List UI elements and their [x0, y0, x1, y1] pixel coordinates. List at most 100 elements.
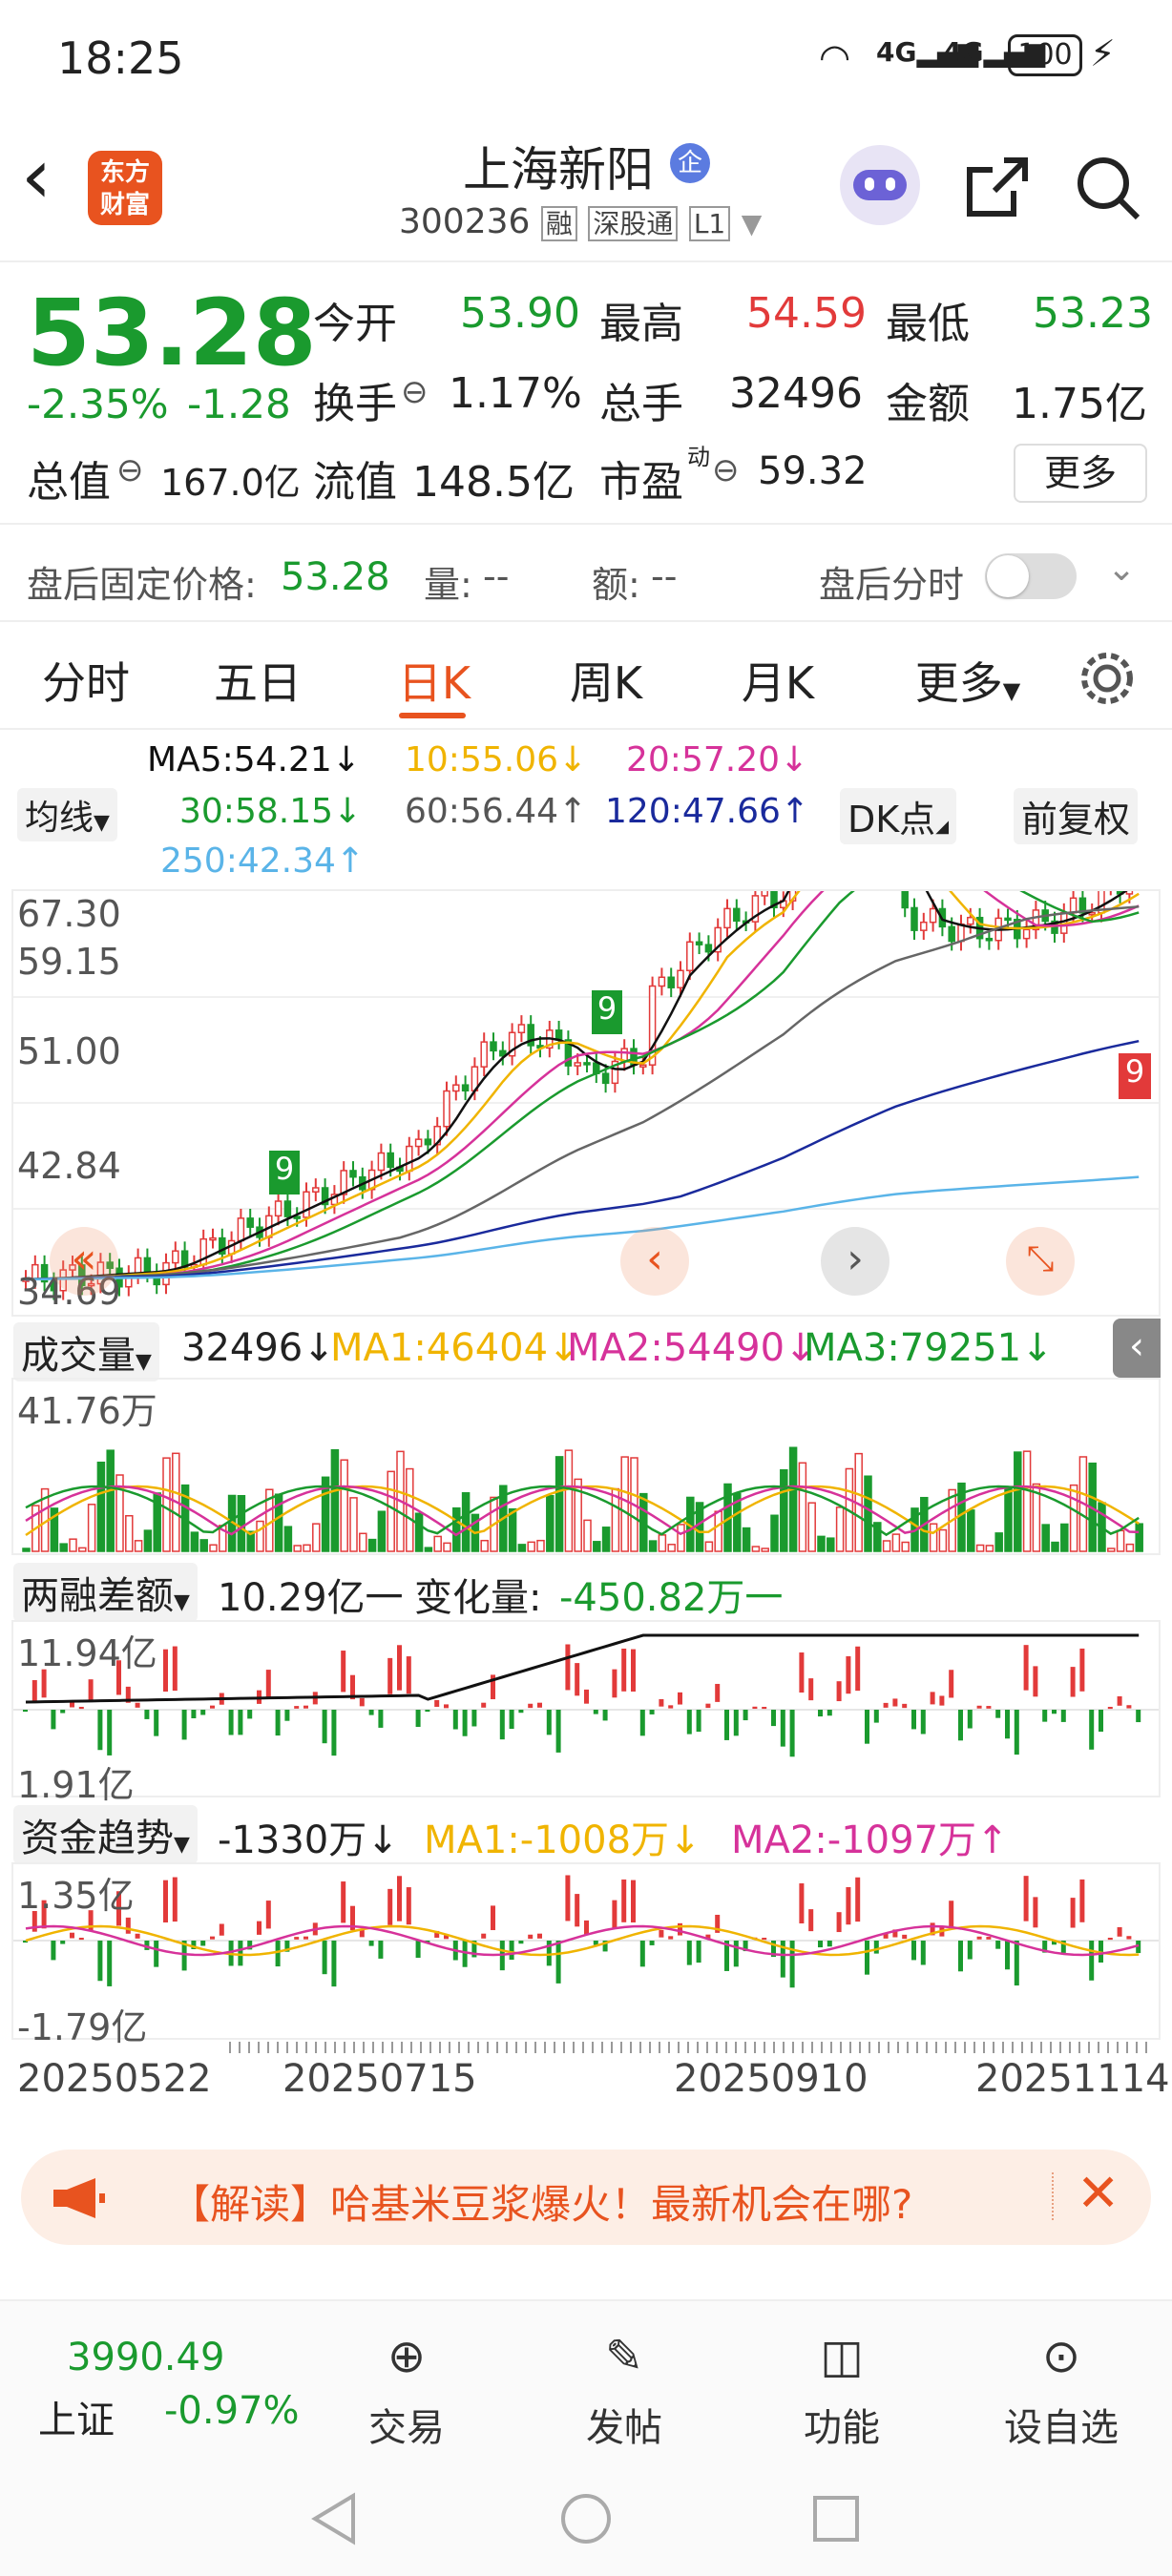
- margin-bar: [584, 1689, 589, 1704]
- fund-chart[interactable]: 1.35亿 -1.79亿: [11, 1862, 1161, 2048]
- volume-bar: [162, 1457, 171, 1552]
- nav-trade[interactable]: ⊕ 交易: [330, 2330, 483, 2452]
- nav-post[interactable]: ✎ 发帖: [548, 2330, 701, 2452]
- info-icon[interactable]: ⊖: [401, 373, 429, 411]
- collapse-panel-icon[interactable]: ‹: [1113, 1319, 1161, 1378]
- fund-bar: [639, 1941, 645, 1967]
- margin-bar: [808, 1678, 814, 1701]
- candle-body: [929, 907, 937, 924]
- fund-bar: [1070, 1898, 1076, 1928]
- more-button[interactable]: 更多: [1014, 444, 1147, 503]
- volume-chart[interactable]: 41.76万: [11, 1378, 1161, 1555]
- scroll-left-double-icon[interactable]: «: [50, 1227, 118, 1296]
- margin-bar: [284, 1710, 290, 1721]
- after-hours-toggle[interactable]: [985, 553, 1077, 599]
- candle-body: [303, 1191, 310, 1218]
- share-icon[interactable]: [962, 153, 1033, 223]
- tab-intraday[interactable]: 分时: [29, 649, 143, 709]
- margin-bar: [1070, 1667, 1076, 1697]
- fund-bar: [125, 1917, 131, 1934]
- margin-bar: [434, 1699, 440, 1707]
- volume-bar: [620, 1456, 629, 1552]
- home-circle-icon[interactable]: [557, 2490, 615, 2547]
- fund-selector[interactable]: 资金趋势▼: [13, 1805, 198, 1864]
- margin-bar: [649, 1710, 655, 1714]
- margin-chart[interactable]: 11.94亿 1.91亿: [11, 1620, 1161, 1806]
- volume-bar: [648, 1540, 658, 1552]
- volume-bar: [359, 1532, 367, 1552]
- fund-bar: [60, 1941, 66, 1944]
- scroll-right-icon[interactable]: ›: [821, 1227, 889, 1296]
- candle-body: [293, 1215, 301, 1219]
- margin-bar: [60, 1710, 66, 1714]
- volume-bar: [424, 1547, 433, 1552]
- news-banner[interactable]: 【解读】哈基米豆浆爆火！最新机会在哪? ✕: [21, 2150, 1151, 2245]
- recents-square-icon[interactable]: [807, 2490, 865, 2547]
- adjust-price-button[interactable]: 前复权: [1014, 788, 1139, 844]
- margin-bar: [799, 1652, 805, 1693]
- volume-bar: [601, 1527, 611, 1552]
- amount-value: 1.75亿: [1012, 380, 1147, 428]
- nav-watchlist[interactable]: ⊙ 设自选: [985, 2330, 1138, 2452]
- volume-header: 成交量▼ 32496↓ MA1:46404↓ MA2:54490↓ MA3:79…: [0, 1319, 1172, 1381]
- wifi-icon: ◠: [819, 36, 851, 78]
- volume-bar: [256, 1520, 264, 1552]
- margin-selector[interactable]: 两融差额▼: [13, 1563, 198, 1622]
- kline-chart[interactable]: 67.30 59.15 51.00 42.84 34.69 9 9 9 « ‹ …: [11, 889, 1161, 1317]
- margin-bar: [930, 1692, 935, 1705]
- tab-five-day[interactable]: 五日: [200, 649, 315, 709]
- info-icon[interactable]: ⊖: [712, 451, 740, 489]
- chevron-down-icon[interactable]: ⌄: [1107, 550, 1136, 589]
- info-icon[interactable]: ⊖: [116, 451, 144, 489]
- indicator-selector[interactable]: 均线▼: [17, 788, 117, 841]
- margin-bar: [191, 1710, 197, 1719]
- fund-bar: [855, 1877, 861, 1922]
- volume-bar: [807, 1502, 816, 1552]
- close-icon[interactable]: ✕: [1077, 2163, 1120, 2223]
- margin-bar: [789, 1710, 795, 1757]
- fund-bar: [537, 1933, 542, 1939]
- back-icon[interactable]: ‹: [21, 138, 52, 215]
- candle-body: [1088, 912, 1096, 916]
- tab-weekly-k[interactable]: 周K: [554, 649, 659, 709]
- expand-icon[interactable]: ⤡: [1006, 1227, 1075, 1296]
- margin-bar: [509, 1710, 514, 1730]
- volume-bar: [1051, 1541, 1059, 1552]
- margin-bar: [1107, 1707, 1113, 1710]
- dk-point-button[interactable]: DK点◢: [840, 788, 957, 844]
- margin-balance-line: [25, 1633, 1140, 1704]
- search-icon[interactable]: [1073, 153, 1143, 223]
- margin-change-label: 变化量:: [414, 1576, 542, 1620]
- scroll-left-icon[interactable]: ‹: [620, 1227, 689, 1296]
- settings-gear-icon[interactable]: [1077, 648, 1138, 709]
- margin-bar: [462, 1710, 468, 1736]
- app-logo[interactable]: 东方 财富: [88, 151, 162, 225]
- after-hours-amt-label: 额:: [592, 564, 640, 606]
- fund-bar: [70, 1932, 74, 1939]
- after-hours-bar: 盘后固定价格: 53.28 量: -- 额: -- 盘后分时 ⌄: [0, 523, 1172, 622]
- amount-label: 金额: [886, 380, 970, 428]
- candle-body: [695, 941, 703, 945]
- nav-functions[interactable]: ◫ 功能: [765, 2330, 918, 2452]
- volume-bar: [96, 1461, 106, 1552]
- dropdown-icon[interactable]: ▼: [742, 208, 763, 239]
- tab-more[interactable]: 更多▼: [901, 649, 1035, 709]
- margin-bar: [537, 1702, 542, 1708]
- candle-body: [1022, 928, 1031, 940]
- volume-bar: [994, 1532, 1003, 1552]
- tab-daily-k[interactable]: 日K: [382, 649, 487, 709]
- margin-bar: [471, 1710, 477, 1727]
- tab-monthly-k[interactable]: 月K: [725, 649, 830, 709]
- volume-bar: [106, 1449, 115, 1552]
- megaphone-icon: [53, 2178, 105, 2218]
- candle-body: [761, 891, 768, 897]
- ma30-line: [25, 891, 1140, 1281]
- candle-body: [704, 944, 713, 953]
- y-label: 42.84: [17, 1145, 121, 1187]
- index-widget[interactable]: 3990.49 上证 -0.97%: [0, 2301, 315, 2454]
- volume-bar: [452, 1506, 461, 1552]
- margin-bar: [444, 1704, 449, 1709]
- robot-assistant-icon[interactable]: [840, 145, 920, 225]
- back-triangle-icon[interactable]: [305, 2490, 363, 2547]
- volume-selector[interactable]: 成交量▼: [13, 1322, 159, 1381]
